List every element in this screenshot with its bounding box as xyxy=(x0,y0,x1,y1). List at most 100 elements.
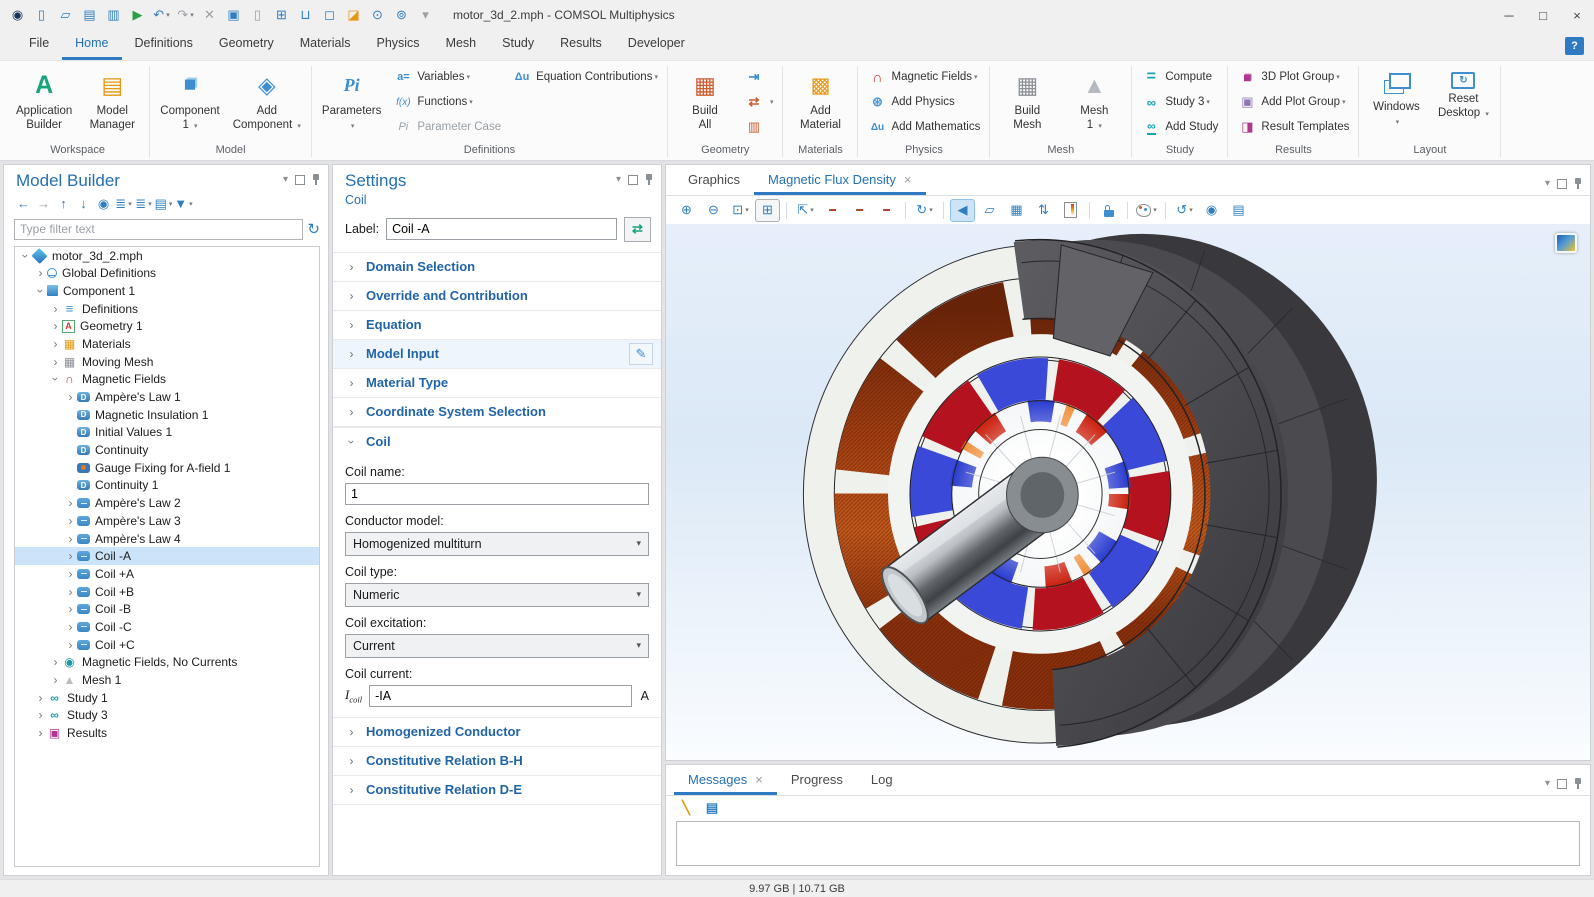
geo-rebuild-button[interactable]: ▾ xyxy=(739,90,779,114)
chevron-down-icon[interactable]: › xyxy=(19,249,33,262)
menu-tab-results[interactable]: Results xyxy=(547,30,615,60)
edit-model-input-icon[interactable]: ✎ xyxy=(629,343,653,365)
menu-tab-mesh[interactable]: Mesh xyxy=(433,30,490,60)
chevron-right-icon[interactable]: › xyxy=(49,337,62,351)
application-builder-button[interactable]: ApplicationBuilder xyxy=(10,65,78,135)
zoom-extents-icon[interactable]: ⊞ xyxy=(755,199,780,222)
zoom-box-icon[interactable]: ⊡▾ xyxy=(728,199,753,222)
move-down-icon[interactable]: ↓ xyxy=(74,194,93,214)
panel-float-icon[interactable] xyxy=(1557,779,1567,789)
menu-tab-definitions[interactable]: Definitions xyxy=(122,30,206,60)
select-box-icon[interactable]: ◻ xyxy=(318,3,341,27)
panel-menu-icon[interactable]: ▾ xyxy=(1545,179,1550,189)
find-icon[interactable]: ⊙ xyxy=(366,3,389,27)
go-forward-icon[interactable]: → xyxy=(34,194,53,214)
section-constitutive-relation-d-e[interactable]: ›Constitutive Relation D-E xyxy=(333,775,661,805)
environment-icon[interactable]: ▱ xyxy=(977,199,1002,222)
help-button[interactable]: ? xyxy=(1565,37,1584,55)
duplicate-icon[interactable]: ⊞ xyxy=(270,3,293,27)
panel-menu-icon[interactable]: ▾ xyxy=(283,175,288,185)
chevron-right-icon[interactable]: › xyxy=(64,620,77,634)
chevron-right-icon[interactable]: › xyxy=(64,567,77,581)
magnetic-fields-button[interactable]: Magnetic Fields▾ xyxy=(862,65,985,89)
tree-item-coil-c[interactable]: ›Coil -C xyxy=(15,618,319,636)
clear-selection-icon[interactable]: ◪ xyxy=(342,3,365,27)
tree-item-materials[interactable]: ›Materials xyxy=(15,335,319,353)
customize-toolbar-icon[interactable]: ▾ xyxy=(414,3,437,27)
redo-icon[interactable]: ↷▾ xyxy=(174,3,197,27)
tree-item-coil-a[interactable]: ›Coil +A xyxy=(15,565,319,583)
preview-icon[interactable]: ▥ xyxy=(102,3,125,27)
zoom-out-icon[interactable]: ⊖ xyxy=(701,199,726,222)
tree-item-magnetic-fields[interactable]: ›Magnetic Fields xyxy=(15,371,319,389)
tree-item-global-definitions[interactable]: ›Global Definitions xyxy=(15,264,319,282)
panel-pin-icon[interactable] xyxy=(1574,778,1582,789)
build-all-button[interactable]: BuildAll xyxy=(672,65,738,135)
rotate-icon[interactable]: ↻▾ xyxy=(912,199,937,222)
collapse-all-icon[interactable]: ≣▾ xyxy=(134,194,153,214)
parameter-case-button[interactable]: Parameter Case xyxy=(388,115,506,139)
add-mathematics-button[interactable]: Add Mathematics xyxy=(862,115,985,139)
view-xz-icon[interactable] xyxy=(874,199,899,222)
windows-button[interactable]: Windows ▾ xyxy=(1363,65,1429,131)
section-equation[interactable]: ›Equation xyxy=(333,310,661,339)
image-palette-icon[interactable]: ▾ xyxy=(1134,199,1159,222)
expand-all-icon[interactable]: ≣▾ xyxy=(114,194,133,214)
menu-tab-developer[interactable]: Developer xyxy=(615,30,698,60)
save-icon[interactable]: ▤ xyxy=(78,3,101,27)
go-back-icon[interactable]: ← xyxy=(14,194,33,214)
add-plot-group-button[interactable]: Add Plot Group▾ xyxy=(1232,90,1354,114)
snapshot-icon[interactable]: ◉ xyxy=(1199,199,1224,222)
add-physics-button[interactable]: Add Physics xyxy=(862,90,985,114)
tree-item-amp-re-s-law-3[interactable]: ›Ampère's Law 3 xyxy=(15,512,319,530)
coil-type-select[interactable]: Numeric ▾ xyxy=(345,583,649,607)
chevron-right-icon[interactable]: › xyxy=(49,355,62,369)
panel-pin-icon[interactable] xyxy=(312,174,320,185)
tree-item-mesh-1[interactable]: ›Mesh 1 xyxy=(15,671,319,689)
build-mesh-button[interactable]: BuildMesh xyxy=(994,65,1060,135)
coil-current-input[interactable] xyxy=(369,685,632,707)
panel-pin-icon[interactable] xyxy=(1574,178,1582,189)
refresh-icon[interactable]: ↻ xyxy=(307,220,320,238)
messages-tab-messages[interactable]: Messages× xyxy=(674,766,777,795)
label-edit-button[interactable]: ⇄ xyxy=(624,217,651,242)
close-tab-icon[interactable]: × xyxy=(904,172,912,187)
show-icon[interactable]: ◉ xyxy=(94,194,113,214)
tree-item-continuity[interactable]: Continuity xyxy=(15,441,319,459)
panel-float-icon[interactable] xyxy=(628,175,638,185)
maximize-button[interactable]: □ xyxy=(1526,0,1560,30)
chevron-right-icon[interactable]: › xyxy=(64,390,77,404)
geo-import-button[interactable] xyxy=(739,65,779,89)
section-coil[interactable]: › Coil xyxy=(333,427,661,456)
chevron-right-icon[interactable]: › xyxy=(49,319,62,333)
move-up-icon[interactable]: ↑ xyxy=(54,194,73,214)
label-input[interactable] xyxy=(386,218,617,240)
tree-item-coil-a[interactable]: ›Coil -A xyxy=(15,547,319,565)
filter-icon[interactable]: ▼▾ xyxy=(174,194,193,214)
section-domain-selection[interactable]: ›Domain Selection xyxy=(333,252,661,281)
section-homogenized-conductor[interactable]: ›Homogenized Conductor xyxy=(333,717,661,746)
messages-tab-log[interactable]: Log xyxy=(857,766,907,795)
minimize-button[interactable]: ─ xyxy=(1492,0,1526,30)
chevron-right-icon[interactable]: › xyxy=(34,726,47,740)
chevron-right-icon[interactable]: › xyxy=(64,638,77,652)
chevron-right-icon[interactable]: › xyxy=(64,549,77,563)
chevron-down-icon[interactable]: › xyxy=(49,373,63,386)
add-component-button[interactable]: AddComponent ▾ xyxy=(227,65,307,135)
tree-item-study-1[interactable]: ›Study 1 xyxy=(15,689,319,707)
tree-item-definitions[interactable]: ›Definitions xyxy=(15,300,319,318)
tree-item-initial-values-1[interactable]: Initial Values 1 xyxy=(15,424,319,442)
close-tab-icon[interactable]: × xyxy=(755,772,763,787)
add-study-button[interactable]: Add Study xyxy=(1136,115,1223,139)
add-material-button[interactable]: AddMaterial xyxy=(787,65,853,135)
variables-button[interactable]: Variables▾ xyxy=(388,65,506,89)
default-view-icon[interactable]: ⇱▾ xyxy=(793,199,818,222)
coil-excitation-select[interactable]: Current ▾ xyxy=(345,634,649,658)
undo-icon[interactable]: ↶▾ xyxy=(150,3,173,27)
show-grid-icon[interactable]: ▦ xyxy=(1004,199,1029,222)
color-legend-icon[interactable] xyxy=(1058,199,1083,222)
clear-messages-icon[interactable]: ╲ xyxy=(676,799,696,817)
tree-item-amp-re-s-law-4[interactable]: ›Ampère's Law 4 xyxy=(15,530,319,548)
3d-plot-group-button[interactable]: 3D Plot Group▾ xyxy=(1232,65,1354,89)
coil-name-input[interactable] xyxy=(345,483,649,505)
